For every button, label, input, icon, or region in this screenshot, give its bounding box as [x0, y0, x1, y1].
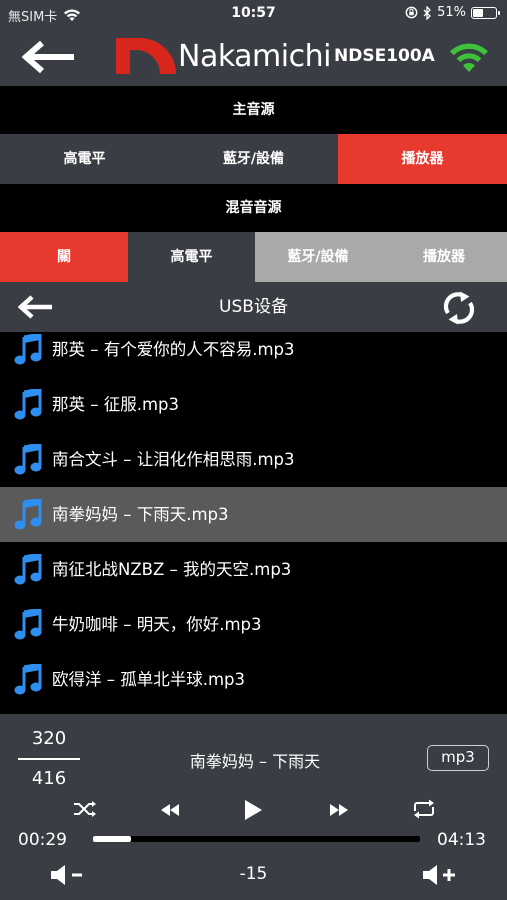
brand-mark-icon — [116, 38, 176, 74]
now-playing-title: 南拳妈妈 – 下雨天 — [189, 752, 321, 771]
file-item[interactable]: 南拳妈妈 – 下雨天.mp3 — [0, 487, 507, 542]
seek-progress — [93, 836, 131, 842]
bluetooth-icon — [423, 5, 432, 20]
music-note-icon — [14, 334, 42, 365]
shuffle-icon[interactable] — [73, 800, 97, 818]
rewind-icon[interactable] — [158, 803, 182, 817]
file-name: 那英 – 征服.mp3 — [52, 395, 180, 414]
folder-up-button[interactable] — [18, 295, 54, 319]
brand-logo: Nakamichi — [116, 38, 331, 74]
file-item[interactable]: 那英 – 征服.mp3 — [0, 377, 507, 432]
file-item[interactable]: 南征北战NZBZ – 我的天空.mp3 — [0, 542, 507, 597]
repeat-icon[interactable] — [411, 799, 437, 819]
status-right-group: 51% — [405, 5, 500, 20]
elapsed-time: 00:29 — [18, 830, 67, 850]
battery-percent: 51% — [437, 5, 466, 20]
wifi-icon — [450, 43, 488, 72]
music-note-icon — [14, 609, 42, 640]
file-name: 南征北战NZBZ – 我的天空.mp3 — [52, 560, 292, 579]
mix-source-selector: 關 高電平 藍牙/設備 播放器 — [0, 232, 507, 282]
back-button[interactable] — [22, 40, 78, 74]
battery-fill — [473, 8, 484, 17]
file-name: 南合文斗 – 让泪化作相思雨.mp3 — [52, 450, 295, 469]
mix-source-high-level[interactable]: 高電平 — [128, 232, 255, 282]
browser-title: USB设备 — [219, 297, 288, 317]
mix-source-off[interactable]: 關 — [0, 232, 128, 282]
music-note-icon — [14, 444, 42, 475]
battery-icon — [471, 6, 500, 19]
app-header: Nakamichi NDSE100A — [0, 28, 507, 86]
music-note-icon — [14, 499, 42, 530]
track-total: 416 — [31, 768, 67, 789]
mix-source-player[interactable]: 播放器 — [381, 232, 507, 282]
file-item[interactable]: 牛奶咖啡 – 明天，你好.mp3 — [0, 597, 507, 652]
file-item[interactable]: 欧得洋 – 孤单北半球.mp3 — [0, 652, 507, 707]
main-source-title: 主音源 — [0, 86, 507, 134]
total-time: 04:13 — [437, 830, 486, 850]
file-item[interactable]: 南合文斗 – 让泪化作相思雨.mp3 — [0, 432, 507, 487]
player-panel: 320 416 南拳妈妈 – 下雨天 mp3 00:29 04:13 -15 — [0, 714, 507, 900]
seek-bar[interactable] — [93, 836, 420, 842]
main-source-bluetooth[interactable]: 藍牙/設備 — [169, 134, 338, 184]
file-item[interactable]: 那英 – 有个爱你的人不容易.mp3 — [0, 332, 507, 377]
status-bar: 無SIM卡 10:57 51% — [0, 0, 507, 28]
format-badge: mp3 — [427, 745, 489, 771]
refresh-icon[interactable] — [440, 289, 478, 327]
file-name: 牛奶咖啡 – 明天，你好.mp3 — [52, 615, 262, 634]
rotation-lock-icon — [405, 6, 418, 19]
file-name: 那英 – 有个爱你的人不容易.mp3 — [52, 340, 295, 359]
file-name: 南拳妈妈 – 下雨天.mp3 — [52, 505, 229, 524]
file-name: 欧得洋 – 孤单北半球.mp3 — [52, 670, 246, 689]
main-source-high-level[interactable]: 高電平 — [0, 134, 169, 184]
fast-forward-icon[interactable] — [327, 803, 351, 817]
main-source-selector: 高電平 藍牙/設備 播放器 — [0, 134, 507, 184]
track-number: 320 — [31, 728, 67, 749]
mix-source-title: 混音音源 — [0, 184, 507, 232]
music-note-icon — [14, 389, 42, 420]
main-source-player[interactable]: 播放器 — [338, 134, 507, 184]
volume-up-icon[interactable] — [422, 863, 458, 887]
device-name: NDSE100A — [334, 46, 435, 66]
mix-source-bluetooth[interactable]: 藍牙/設備 — [255, 232, 381, 282]
play-icon[interactable] — [243, 799, 263, 821]
brand-name: Nakamichi — [178, 38, 331, 74]
browser-toolbar: USB设备 — [0, 282, 507, 332]
music-note-icon — [14, 554, 42, 585]
file-list: 那英 – 有个爱你的人不容易.mp3 那英 – 征服.mp3 南合文斗 – 让泪化作… — [0, 332, 507, 714]
track-divider — [18, 758, 80, 760]
music-note-icon — [14, 664, 42, 695]
